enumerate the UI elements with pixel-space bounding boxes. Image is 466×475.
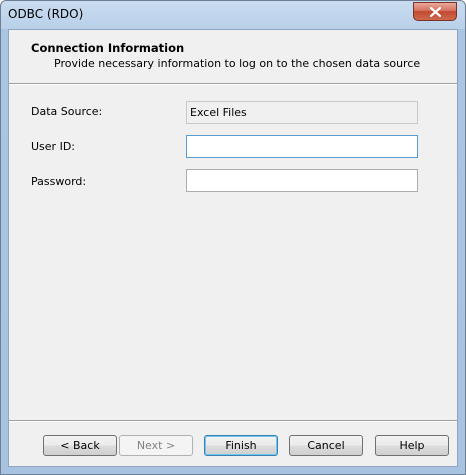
wizard-header: Connection Information Provide necessary… [9, 30, 457, 83]
back-button[interactable]: < Back [43, 435, 117, 456]
data-source-field: Excel Files [186, 101, 418, 124]
window-title: ODBC (RDO) [8, 7, 84, 21]
dialog-body: Connection Information Provide necessary… [8, 29, 458, 467]
password-label: Password: [31, 175, 87, 188]
finish-button[interactable]: Finish [204, 435, 278, 456]
header-divider-highlight [9, 84, 457, 85]
cancel-button[interactable]: Cancel [289, 435, 363, 456]
password-input[interactable] [186, 169, 418, 192]
header-title: Connection Information [31, 41, 185, 55]
close-icon [430, 7, 441, 17]
dialog-window: ODBC (RDO) Connection Information Provid… [0, 0, 466, 475]
header-subtitle: Provide necessary information to log on … [54, 57, 421, 70]
data-source-label: Data Source: [31, 105, 103, 118]
user-id-input[interactable] [186, 135, 418, 158]
title-bar[interactable]: ODBC (RDO) [1, 1, 465, 29]
help-button[interactable]: Help [375, 435, 449, 456]
next-button[interactable]: Next > [119, 435, 193, 456]
button-divider-highlight [9, 421, 457, 422]
close-button[interactable] [413, 2, 457, 21]
user-id-label: User ID: [31, 140, 75, 153]
